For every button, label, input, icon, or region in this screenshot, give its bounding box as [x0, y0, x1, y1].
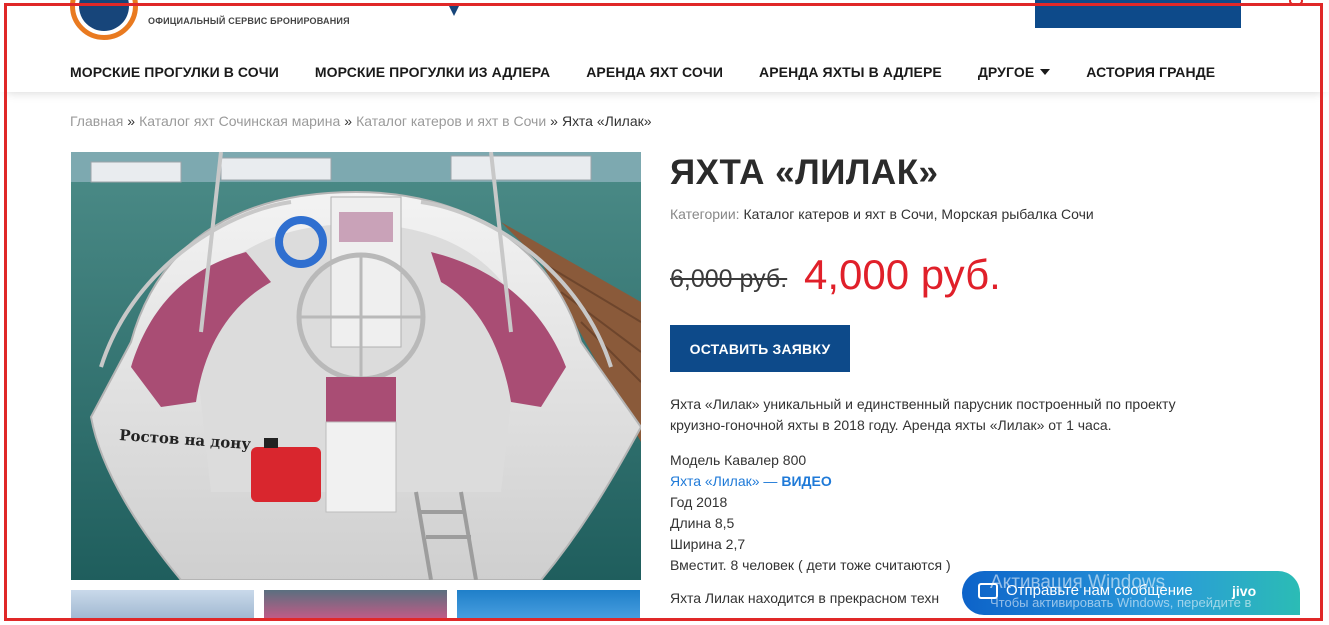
nav-item-other-label: ДРУГОЕ [977, 64, 1035, 80]
spec-model: Модель Кавалер 800 [670, 452, 807, 468]
spec-year: Год 2018 [670, 494, 728, 510]
breadcrumb-boats-catalog[interactable]: Каталог катеров и яхт в Сочи [356, 113, 546, 129]
logo-subtitle: ОФИЦИАЛЬНЫЙ СЕРВИС БРОНИРОВАНИЯ [148, 16, 350, 26]
jivo-logo: jivo [1232, 583, 1257, 599]
chat-widget[interactable]: Отправьте нам сообщение jivo [962, 571, 1300, 615]
video-link-prefix: Яхта «Лилак» — [670, 473, 782, 489]
categories-label: Категории: [670, 206, 740, 222]
video-link-bold: ВИДЕО [781, 473, 832, 489]
breadcrumb-current: Яхта «Лилак» [561, 113, 652, 129]
breadcrumb-separator: » [127, 113, 136, 129]
message-icon [978, 583, 998, 599]
nav-item-other[interactable]: ДРУГОЕ [977, 62, 1051, 82]
nav-item-sea-trips-sochi[interactable]: МОРСКИЕ ПРОГУЛКИ В СОЧИ [70, 62, 279, 82]
spec-capacity: Вместит. 8 человек ( дети тоже считаются… [670, 557, 951, 573]
description-line-1: Яхта «Лилак» уникальный и единственный п… [670, 396, 1176, 412]
caret-down-icon [1040, 69, 1051, 75]
video-link[interactable]: Яхта «Лилак» — ВИДЕО [670, 471, 951, 492]
product-description: Яхта «Лилак» уникальный и единственный п… [670, 394, 1270, 436]
condition-text: Яхта Лилак находится в прекрасном техн [670, 590, 940, 606]
description-line-2: круизно-гоночной яхты в 2018 году. Аренд… [670, 417, 1112, 433]
spec-length: Длина 8,5 [670, 515, 735, 531]
nav-item-yacht-rent-adler[interactable]: АРЕНДА ЯХТЫ В АДЛЕРЕ [759, 62, 942, 82]
logo-emblem [79, 0, 129, 31]
main-nav: МОРСКИЕ ПРОГУЛКИ В СОЧИ МОРСКИЕ ПРОГУЛКИ… [70, 62, 1215, 82]
breadcrumb-marina-catalog[interactable]: Каталог яхт Сочинская марина [139, 113, 340, 129]
old-price: 6,000 руб. [670, 265, 788, 293]
chat-label: Отправьте нам сообщение [1006, 582, 1193, 599]
breadcrumb-home[interactable]: Главная [70, 113, 123, 129]
logo[interactable] [70, 0, 138, 40]
yacht-photo-illustration: Ростов на дону [71, 152, 641, 580]
thumbnail-1[interactable] [71, 590, 254, 620]
product-main-image[interactable]: Ростов на дону [71, 152, 641, 580]
breadcrumb-separator: » [344, 113, 353, 129]
category-link-boats-catalog[interactable]: Каталог катеров и яхт в Сочи [743, 206, 933, 222]
site-header: ОФИЦИАЛЬНЫЙ СЕРВИС БРОНИРОВАНИЯ МОРСКИЕ … [0, 0, 1329, 92]
product-specs: Модель Кавалер 800 Яхта «Лилак» — ВИДЕО … [670, 450, 951, 576]
nav-item-yacht-rent-sochi[interactable]: АРЕНДА ЯХТ СОЧИ [586, 62, 723, 82]
spec-width: Ширина 2,7 [670, 536, 746, 552]
nav-item-sea-trips-adler[interactable]: МОРСКИЕ ПРОГУЛКИ ИЗ АДЛЕРА [315, 62, 550, 82]
product-categories: Категории: Каталог катеров и яхт в Сочи,… [670, 206, 1094, 222]
thumbnail-2[interactable] [264, 590, 447, 620]
leave-request-button[interactable]: ОСТАВИТЬ ЗАЯВКУ [670, 325, 850, 372]
thumbnail-3[interactable] [457, 590, 640, 620]
thumbnail-strip [71, 590, 641, 620]
breadcrumb: Главная» Каталог яхт Сочинская марина» Кат… [70, 113, 652, 129]
breadcrumb-separator: » [550, 113, 558, 129]
nav-item-astoria-grande[interactable]: АСТОРИЯ ГРАНДЕ [1086, 62, 1215, 82]
product-title: ЯХТА «ЛИЛАК» [670, 153, 939, 192]
header-request-button[interactable] [1035, 0, 1241, 28]
current-price: 4,000 руб. [804, 251, 1001, 298]
map-pin-icon[interactable] [448, 4, 460, 16]
category-link-fishing[interactable]: Морская рыбалка Сочи [941, 206, 1093, 222]
